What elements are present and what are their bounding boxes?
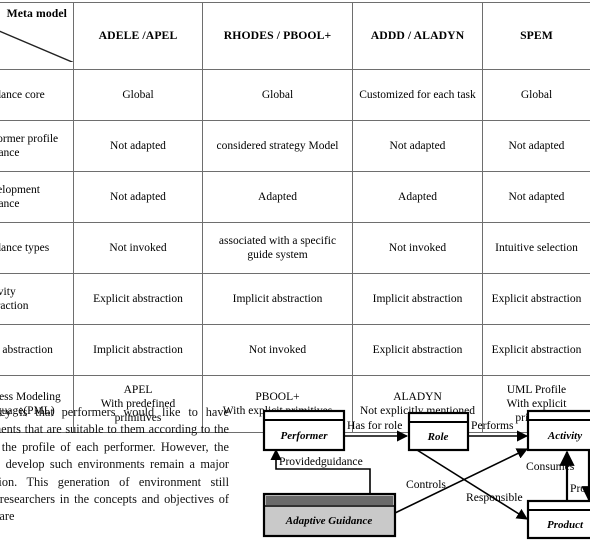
table-cell: Not invoked: [352, 222, 483, 274]
table-cell: Not adapted: [482, 171, 590, 223]
table-cell: Explicit abstraction: [73, 273, 203, 325]
table-header-row: Meta model ADELE /APEL RHODES / PBOOL+ A…: [0, 2, 590, 70]
table-cell: Adapted: [352, 171, 483, 223]
table-cell: Explicit abstraction: [482, 324, 590, 376]
edge-label-performs: Performs: [471, 419, 514, 432]
edge-label-provided-guidance: Providedguidance: [279, 455, 363, 468]
column-header-adele-apel: ADELE /APEL: [73, 2, 203, 70]
edge-label-responsible: Responsible: [466, 491, 523, 504]
table-cell: Not adapted: [352, 120, 483, 172]
table-cell: Not invoked: [202, 324, 353, 376]
node-product: Product: [526, 499, 590, 540]
table-cell: Not adapted: [73, 120, 203, 172]
edge-label-has-for-role: Has for role: [347, 419, 402, 432]
meta-model-comparison-table: Meta model ADELE /APEL RHODES / PBOOL+ A…: [0, 2, 590, 433]
edge-label-produces: Produces: [570, 482, 590, 495]
row-header-performer-profile-guidance: Performer profile guidance: [0, 120, 74, 172]
table-row: Activity abstraction Explicit abstractio…: [0, 273, 590, 325]
table-cell: Implicit abstraction: [73, 324, 203, 376]
table-row: Task abstraction Implicit abstraction No…: [0, 324, 590, 376]
table-row: Guidance core Global Global Customized f…: [0, 69, 590, 121]
column-header-addd-aladyn: ADDD / ALADYN: [352, 2, 483, 70]
column-header-rhodes-pbool: RHODES / PBOOL+: [202, 2, 353, 70]
table-cell: Intuitive selection: [482, 222, 590, 274]
row-header-activity-abstraction: Activity abstraction: [0, 273, 74, 325]
table-cell: Global: [202, 69, 353, 121]
node-label-role: Role: [427, 431, 449, 443]
row-header-task-abstraction: Task abstraction: [0, 324, 74, 376]
adaptive-guidance-uml-diagram: Performer Role Activity Product Adaptive…: [255, 396, 590, 549]
table-cell: Implicit abstraction: [352, 273, 483, 325]
node-adaptive-guidance: Adaptive Guidance: [262, 492, 397, 538]
table-cell: Global: [73, 69, 203, 121]
table-cell: considered strategy Model: [202, 120, 353, 172]
node-label-performer: Performer: [280, 430, 328, 442]
diagonal-divider-icon: [0, 30, 73, 63]
table-cell: Explicit abstraction: [482, 273, 590, 325]
node-label-adaptive-guidance: Adaptive Guidance: [285, 515, 373, 527]
table-row: Guidance types Not invoked associated wi…: [0, 222, 590, 274]
table-cell: Explicit abstraction: [352, 324, 483, 376]
table-cell: Not adapted: [482, 120, 590, 172]
table-cell: Implicit abstraction: [202, 273, 353, 325]
node-activity: Activity: [526, 409, 590, 452]
table-cell: Customized for each task: [352, 69, 483, 121]
edge-label-consumes: Consumes: [526, 460, 575, 473]
table-row: Performer profile guidance Not adapted c…: [0, 120, 590, 172]
node-label-activity: Activity: [547, 430, 582, 442]
table-cell: Not invoked: [73, 222, 203, 274]
node-performer: Performer: [262, 409, 346, 452]
row-header-development-guidance: Development guidance: [0, 171, 74, 223]
table-cell: Global: [482, 69, 590, 121]
node-role: Role: [407, 411, 470, 452]
column-header-spem: SPEM: [482, 2, 590, 70]
edge-label-controls: Controls: [406, 478, 446, 491]
table-row: Development guidance Not adapted Adapted…: [0, 171, 590, 223]
table-corner-cell: Meta model: [0, 2, 74, 70]
row-header-guidance-core: Guidance core: [0, 69, 74, 121]
article-paragraph: consistency is that performers would lik…: [0, 405, 229, 524]
row-header-guidance-types: Guidance types: [0, 222, 74, 274]
node-label-product: Product: [547, 519, 584, 531]
table-cell: associated with a specific guide system: [202, 222, 353, 274]
table-cell: Adapted: [202, 171, 353, 223]
table-cell: Not adapted: [73, 171, 203, 223]
